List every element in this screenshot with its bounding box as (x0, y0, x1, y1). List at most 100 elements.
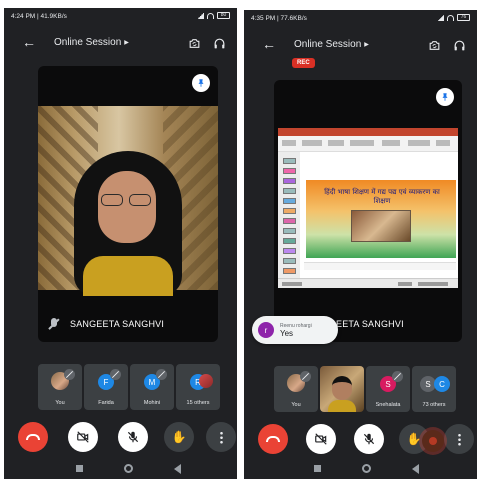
participant-strip: You F Farida M Mohini R 15 others (4, 364, 237, 410)
chevron-right-icon: ▶ (364, 42, 369, 48)
camera-off-icon (77, 431, 89, 443)
switch-camera-icon[interactable] (187, 36, 201, 50)
participant-strip: You S Snehalata S C 73 others (244, 366, 477, 412)
more-vert-icon (219, 430, 223, 444)
chat-bubble[interactable]: r Reenu rohargi Yes (252, 316, 338, 344)
back-arrow-icon[interactable]: ← (22, 34, 36, 50)
slide-thumbnails (278, 152, 300, 288)
ppt-ribbon (278, 128, 458, 136)
hand-icon: ✋ (406, 432, 422, 446)
slide-notes (304, 262, 456, 270)
top-bar: ← Online Session ▶ (4, 30, 237, 54)
participant-tile-snehalata[interactable]: S Snehalata (366, 366, 410, 412)
mic-off-icon (300, 371, 311, 382)
shared-screen: हिंदी भाषा शिक्षण में गद्य पद्य एवं व्या… (278, 128, 458, 288)
participant-tile-farida[interactable]: F Farida (84, 364, 128, 410)
back-icon[interactable] (174, 464, 181, 474)
ppt-toolbar (278, 136, 458, 152)
android-nav-bar (244, 459, 477, 479)
end-call-button[interactable] (18, 422, 48, 452)
speaker-thumbnail (332, 376, 352, 400)
signal-icon (198, 12, 204, 19)
reaction-icon (422, 430, 444, 452)
signal-icon (438, 14, 444, 21)
speaker-glasses (101, 194, 153, 206)
slide-heading: हिंदी भाषा शिक्षण में गद्य पद्य एवं व्या… (324, 188, 440, 205)
back-icon[interactable] (412, 464, 419, 474)
more-options-button[interactable] (206, 422, 236, 452)
participant-label: You (291, 402, 301, 408)
headphones-icon[interactable] (452, 38, 466, 52)
mic-off-icon (363, 433, 375, 445)
participant-tile-others[interactable]: S C 73 others (412, 366, 456, 412)
wifi-icon (207, 12, 214, 19)
mic-toggle-button[interactable] (118, 422, 148, 452)
presenter-name: EETA SANGHVI (336, 319, 404, 329)
battery-icon: 80 (217, 12, 230, 19)
recents-icon[interactable] (314, 465, 321, 472)
mic-off-icon (392, 371, 403, 382)
tile-footer: SANGEETA SANGHVI (38, 306, 218, 342)
speaker-face (98, 171, 156, 243)
end-call-icon (26, 434, 40, 440)
speaker-video (38, 106, 218, 296)
home-icon[interactable] (362, 464, 371, 473)
home-icon[interactable] (124, 464, 133, 473)
back-arrow-icon[interactable]: ← (262, 36, 276, 52)
status-time: 4:35 PM | 77.6KB/s (251, 15, 307, 22)
end-call-icon (266, 436, 280, 442)
meeting-title[interactable]: Online Session ▶ (54, 37, 129, 48)
headphones-icon[interactable] (212, 36, 226, 50)
android-nav-bar (4, 459, 237, 479)
camera-toggle-button[interactable] (68, 422, 98, 452)
system-icons: 80 (198, 12, 230, 19)
participant-label: Mohini (143, 400, 161, 406)
mic-off-icon (48, 318, 60, 330)
mic-off-icon (127, 431, 139, 443)
pin-icon[interactable] (192, 74, 210, 92)
ppt-statusbar (278, 278, 458, 288)
speaker-tile[interactable]: SANGEETA SANGHVI (38, 66, 218, 342)
avatar: C (434, 376, 450, 392)
avatar: r (258, 322, 274, 338)
chat-message: Yes (280, 328, 294, 338)
participant-label: Farida (98, 400, 114, 406)
top-bar: ← Online Session ▶ (244, 32, 477, 56)
participant-label: 73 others (422, 402, 446, 408)
participant-tile-speaker[interactable] (320, 366, 364, 412)
pin-icon[interactable] (436, 88, 454, 106)
participant-tile-you[interactable]: You (38, 364, 82, 410)
speaker-shirt (83, 256, 173, 296)
participant-tile-mohini[interactable]: M Mohini (130, 364, 174, 410)
status-bar: 4:35 PM | 77.6KB/s 76 (244, 10, 477, 28)
chevron-right-icon: ▶ (124, 40, 129, 46)
mic-off-icon (110, 369, 121, 380)
switch-camera-icon[interactable] (427, 38, 441, 52)
status-time: 4:24 PM | 41.9KB/s (11, 13, 67, 20)
recording-badge: REC (292, 58, 315, 68)
call-controls: ✋ (4, 422, 237, 454)
recents-icon[interactable] (76, 465, 83, 472)
meeting-title[interactable]: Online Session ▶ (294, 39, 369, 50)
participant-label: 15 others (186, 400, 210, 406)
presentation-tile[interactable]: हिंदी भाषा शिक्षण में गद्य पद्य एवं व्या… (274, 80, 462, 342)
mic-off-icon (64, 369, 75, 380)
raise-hand-button[interactable]: ✋ (164, 422, 194, 452)
camera-toggle-button[interactable] (306, 424, 336, 454)
participant-tile-others[interactable]: R 15 others (176, 364, 220, 410)
mic-toggle-button[interactable] (354, 424, 384, 454)
chat-sender: Reenu rohargi (280, 322, 312, 329)
mic-off-icon (156, 369, 167, 380)
hand-icon: ✋ (171, 430, 187, 444)
battery-icon: 76 (457, 14, 470, 21)
system-icons: 76 (438, 14, 470, 21)
camera-off-icon (315, 433, 327, 445)
slide-image (351, 210, 411, 242)
end-call-button[interactable] (258, 424, 288, 454)
meet-screen-right: 4:35 PM | 77.6KB/s 76 ← Online Session ▶ … (244, 10, 477, 479)
more-options-button[interactable] (444, 424, 474, 454)
current-slide: हिंदी भाषा शिक्षण में गद्य पद्य एवं व्या… (306, 180, 456, 258)
avatar-photo (199, 374, 213, 388)
participant-tile-you[interactable]: You (274, 366, 318, 412)
status-bar: 4:24 PM | 41.9KB/s 80 (4, 8, 237, 26)
